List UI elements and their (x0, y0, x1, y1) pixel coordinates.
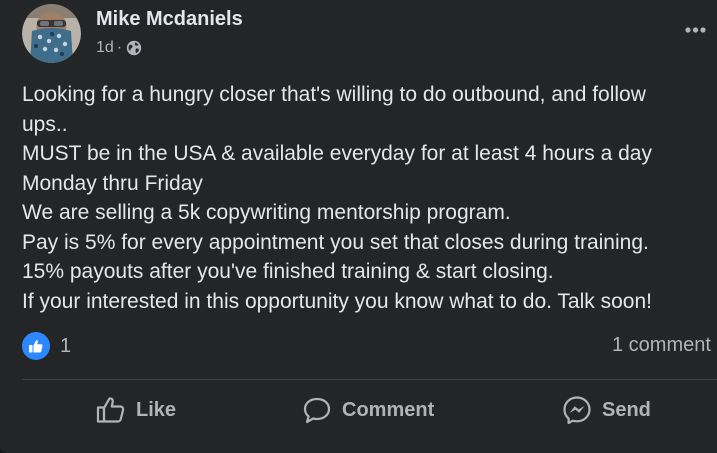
public-globe-icon[interactable] (126, 40, 142, 56)
send-button[interactable]: Send (562, 392, 651, 428)
send-label: Send (602, 398, 651, 421)
post-body-line: Looking for a hungry closer that's willi… (22, 83, 646, 106)
like-button[interactable]: Like (96, 392, 176, 428)
thumbs-up-icon (96, 397, 125, 423)
post-body-line: We are selling a 5k copywriting mentorsh… (22, 201, 511, 224)
post-body: Looking for a hungry closer that's willi… (22, 80, 712, 316)
more-options-button[interactable] (680, 18, 710, 42)
divider (22, 379, 717, 380)
like-label: Like (136, 398, 177, 421)
messenger-icon (563, 396, 591, 425)
comment-count-link[interactable]: 1 comment (612, 334, 711, 357)
comment-label: Comment (342, 398, 435, 421)
post-timestamp[interactable]: 1d (96, 39, 114, 57)
comment-icon (303, 397, 331, 424)
avatar-photo (22, 4, 81, 63)
avatar[interactable] (22, 4, 81, 63)
reaction-count: 1 (60, 334, 72, 357)
author-name[interactable]: Mike Mcdaniels (96, 8, 243, 31)
like-reaction-icon (22, 332, 50, 360)
post-body-line: MUST be in the USA & available everyday … (22, 142, 652, 165)
more-options-icon (685, 27, 706, 33)
post-body-line: 15% payouts after you've finished traini… (22, 260, 554, 283)
post-body-line: Monday thru Friday (22, 171, 203, 195)
post-meta: 1d · (96, 39, 142, 57)
post-card: Mike Mcdaniels 1d · Looking for a hungry… (0, 0, 717, 453)
comment-button[interactable]: Comment (302, 392, 434, 428)
post-body-line: Pay is 5% for every appointment you set … (22, 230, 649, 254)
meta-separator: · (116, 39, 123, 56)
post-body-line: ups.. (22, 112, 68, 136)
reaction-summary[interactable]: 1 (22, 332, 71, 360)
post-body-line: If your interested in this opportunity y… (22, 289, 652, 313)
